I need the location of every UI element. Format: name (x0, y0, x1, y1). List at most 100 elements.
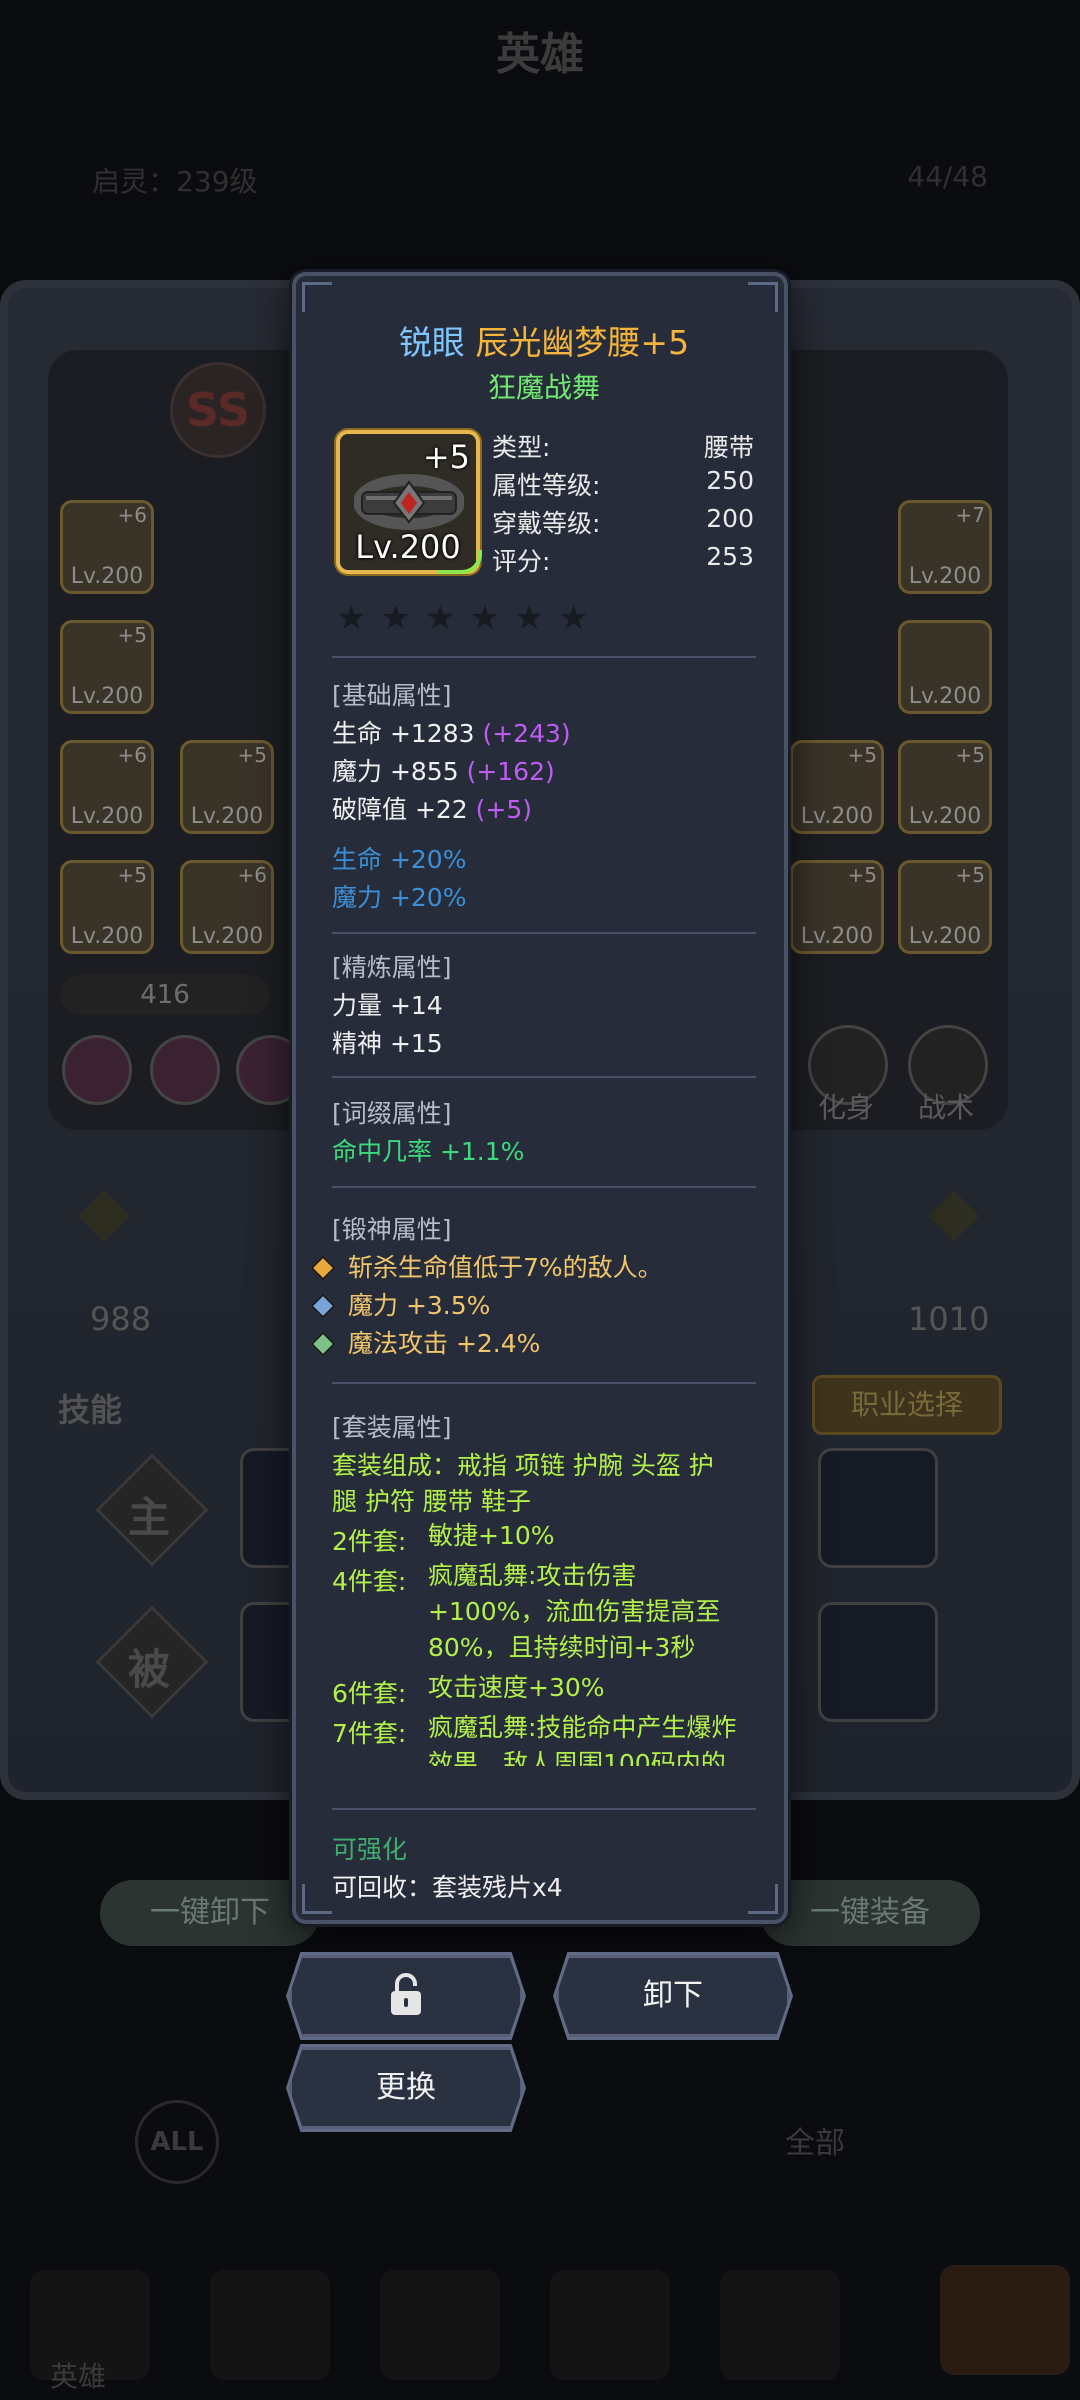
recycle-label: 可回收：套装残片x4 (332, 1873, 563, 1902)
passive-label: 被 (128, 1645, 171, 1694)
slot-plus: +5 (237, 743, 267, 767)
slot-plus: +5 (117, 623, 147, 647)
corner-ornament (302, 1884, 332, 1914)
divider (332, 932, 756, 934)
refine-attr-header: [精炼属性] (332, 953, 452, 982)
skills-label: 技能 (58, 1391, 123, 1429)
gem-icon (310, 1254, 336, 1281)
equip-slot[interactable]: +5 Lv.200 (60, 620, 154, 714)
slot-level: Lv.200 (800, 804, 874, 829)
slot-count: 44/48 (907, 160, 988, 193)
stat-bonus: (+243) (482, 719, 571, 748)
tactics-label: 战术 (918, 1091, 975, 1124)
set-bonus-desc: 疯魔乱舞:攻击伤害+100%，流血伤害提高至80%，且持续时间+3秒 (428, 1561, 721, 1662)
next-arrow-icon[interactable] (940, 2265, 1070, 2375)
stat-bonus: (+5) (475, 795, 533, 824)
info-value: 250 (706, 466, 754, 495)
nav-hero-label: 英雄 (50, 2360, 107, 2393)
unequip-all-button[interactable]: 一键卸下 (100, 1880, 320, 1946)
slot-level: Lv.200 (70, 564, 144, 589)
icon-glow (438, 550, 482, 574)
equip-slot[interactable]: +5 Lv.200 (60, 860, 154, 954)
item-prefix: 锐眼 (398, 323, 465, 362)
rune-slot[interactable] (150, 1035, 220, 1105)
set-attr-header: [套装属性] (332, 1413, 452, 1442)
rune-slot[interactable] (62, 1035, 132, 1105)
refine-stat: 精神 +15 (332, 1029, 443, 1058)
slot-plus: +6 (237, 863, 267, 887)
equip-slot[interactable]: +5 Lv.200 (180, 740, 274, 834)
slot-plus: +5 (847, 863, 877, 887)
nav-tab-icon[interactable] (550, 2270, 670, 2380)
equip-slot[interactable]: +6 Lv.200 (60, 740, 154, 834)
set-bonus-desc: 攻击速度+30% (428, 1673, 605, 1702)
page-title: 英雄 (496, 29, 584, 80)
set-scroll-clip[interactable]: 7件套: 疯魔乱舞:技能命中产生爆炸效果，敌人周围100码内的敌人也会受到50%… (296, 1710, 792, 1766)
item-set-name: 狂魔战舞 (487, 371, 600, 404)
equip-slot[interactable]: +5 Lv.200 (790, 740, 884, 834)
set-bonus-desc: 敏捷+10% (428, 1521, 555, 1550)
slot-plus: +5 (955, 743, 985, 767)
skill-slot[interactable] (818, 1602, 938, 1722)
lock-button[interactable] (289, 1955, 523, 2037)
filter-label[interactable]: 全部 (785, 2118, 845, 2162)
slot-plus: +6 (117, 503, 147, 527)
stat-text: 破障值 +22 (332, 795, 468, 824)
info-key: 评分: (492, 547, 551, 576)
base-stat: 魔力 +855 (+162) (332, 752, 555, 788)
set-bonus-label: 4件套: (332, 1567, 407, 1596)
stat-left: 988 (90, 1300, 152, 1338)
transform-label: 化身 (818, 1091, 875, 1124)
unequip-button[interactable]: 卸下 (556, 1955, 790, 2037)
base-attr-header: [基础属性] (332, 681, 452, 710)
equip-slot[interactable]: Lv.200 (898, 620, 992, 714)
slot-level: Lv.200 (70, 804, 144, 829)
hero-level: 启灵：239级 (92, 165, 258, 198)
equip-slot[interactable]: +6 Lv.200 (180, 860, 274, 954)
slot-plus: +7 (955, 503, 985, 527)
upgradable-label: 可强化 (332, 1835, 408, 1864)
job-select-button[interactable]: 职业选择 (812, 1375, 1002, 1435)
skill-slot[interactable] (818, 1448, 938, 1568)
slot-level: Lv.200 (908, 804, 982, 829)
slot-level: Lv.200 (70, 684, 144, 709)
equip-slot[interactable]: +6 Lv.200 (60, 500, 154, 594)
percent-stat: 魔力 +20% (332, 883, 467, 912)
forge-stat: 魔力 +3.5% (306, 1286, 490, 1322)
equip-slot[interactable]: +5 Lv.200 (790, 860, 884, 954)
item-icon-frame: +5 Lv.200 (336, 430, 482, 574)
nav-tab-icon[interactable] (210, 2270, 330, 2380)
corner-ornament (748, 1884, 778, 1914)
forge-stat: 斩杀生命值低于7%的敌人。 (306, 1248, 663, 1284)
set-bonus-desc: 疯魔乱舞:技能命中产生爆炸效果，敌人周围100码内的敌人也会受到50%的伤 (428, 1713, 737, 1766)
filter-all-button[interactable]: ALL (135, 2100, 219, 2184)
equip-slot[interactable]: +5 Lv.200 (898, 860, 992, 954)
item-tooltip: 锐眼 辰光幽梦腰+5 狂魔战舞 +5 Lv.200 类型: 腰带 属性等级: 2… (292, 272, 788, 1924)
affix-stat: 命中几率 +1.1% (332, 1137, 525, 1166)
forge-attr-header: [锻神属性] (332, 1215, 452, 1244)
replace-button[interactable]: 更换 (289, 2047, 523, 2129)
equip-all-button[interactable]: 一键装备 (760, 1880, 980, 1946)
info-value: 253 (706, 542, 754, 571)
affix-attr-header: [词缀属性] (332, 1099, 452, 1128)
corner-ornament (302, 282, 332, 312)
nav-tab-icon[interactable] (380, 2270, 500, 2380)
slot-level: Lv.200 (70, 924, 144, 949)
equip-slot[interactable]: +7 Lv.200 (898, 500, 992, 594)
lock-icon (391, 1972, 421, 2015)
nav-tab-icon[interactable] (720, 2270, 840, 2380)
set-bonus-label: 7件套: (332, 1719, 407, 1748)
divider (332, 1382, 756, 1384)
info-value: 200 (706, 504, 754, 533)
forge-text: 魔力 +3.5% (348, 1291, 491, 1320)
refine-stat: 力量 +14 (332, 991, 443, 1020)
equip-slot[interactable]: +5 Lv.200 (898, 740, 992, 834)
info-key: 类型: (492, 433, 551, 462)
slot-level: Lv.200 (190, 804, 264, 829)
stat-bonus: (+162) (466, 757, 555, 786)
active-label: 主 (128, 1493, 171, 1542)
slot-level: Lv.200 (800, 924, 874, 949)
gem-icon (310, 1292, 336, 1319)
slot-level: Lv.200 (908, 924, 982, 949)
divider (332, 1808, 756, 1810)
